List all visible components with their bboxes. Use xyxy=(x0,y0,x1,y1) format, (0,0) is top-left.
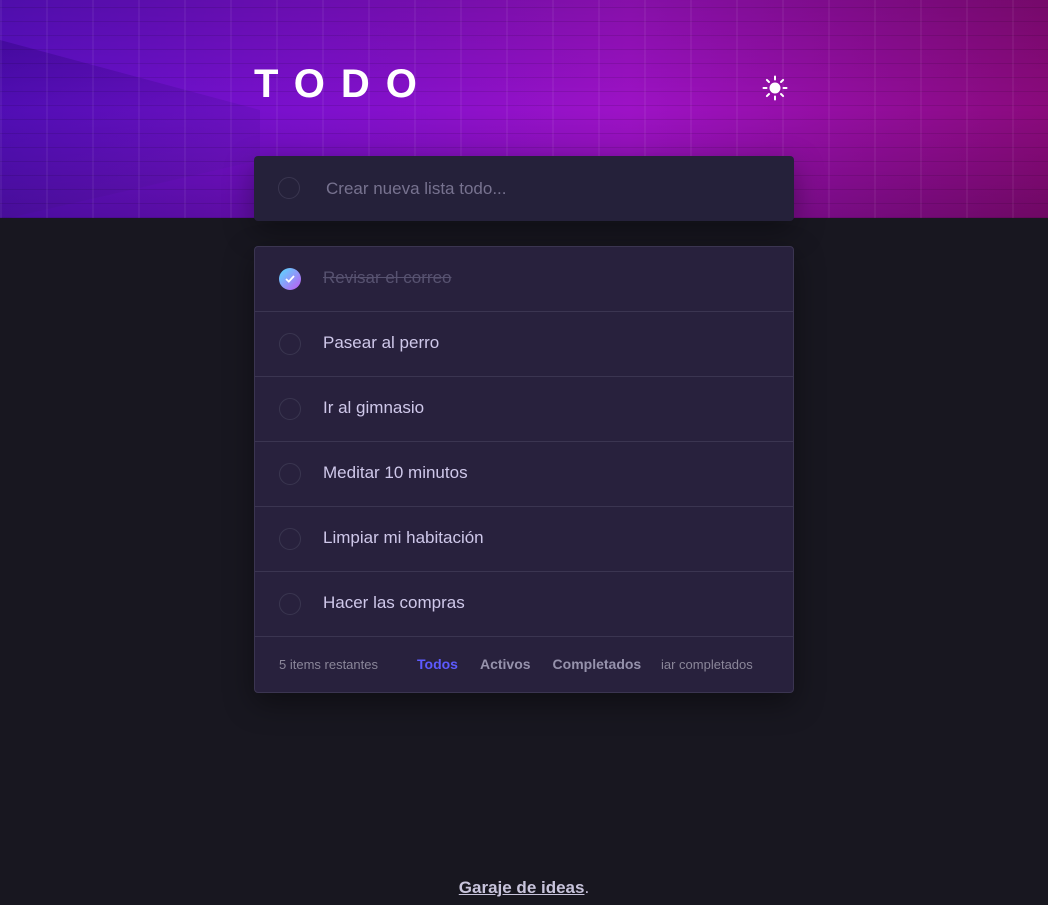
todo-label: Meditar 10 minutos xyxy=(323,463,468,482)
todo-label: Revisar el correo xyxy=(323,268,452,287)
sun-icon xyxy=(762,75,788,101)
todo-item[interactable]: Ir al gimnasio xyxy=(255,377,793,442)
check-icon xyxy=(285,275,295,283)
todo-item[interactable]: Meditar 10 minutos xyxy=(255,442,793,507)
new-todo-input[interactable] xyxy=(324,170,768,208)
app-title: TODO xyxy=(254,62,433,106)
todo-checkbox-checked[interactable] xyxy=(279,268,301,290)
todo-footer: 5 items restantes Todos Activos Completa… xyxy=(255,637,793,692)
todo-checkbox[interactable] xyxy=(279,463,301,485)
filter-group: Todos Activos Completados xyxy=(417,656,641,672)
credit-link[interactable]: Garaje de ideas xyxy=(459,878,585,897)
todo-item[interactable]: Hacer las compras xyxy=(255,572,793,637)
clear-completed-button[interactable]: iar completados xyxy=(661,657,771,672)
todo-label: Ir al gimnasio xyxy=(323,398,425,417)
items-left-count: 5 items restantes xyxy=(279,657,378,672)
new-todo-form xyxy=(254,156,794,221)
todo-checkbox[interactable] xyxy=(279,528,301,550)
todo-checkbox[interactable] xyxy=(279,333,301,355)
filter-all[interactable]: Todos xyxy=(417,656,458,672)
todo-checkbox[interactable] xyxy=(279,593,301,615)
todo-checkbox[interactable] xyxy=(279,398,301,420)
todo-label: Hacer las compras xyxy=(323,593,465,612)
todo-item[interactable]: Revisar el correo xyxy=(255,247,793,312)
filter-active[interactable]: Activos xyxy=(480,656,531,672)
credit-footer: Garaje de ideas. xyxy=(0,878,1048,898)
todo-list: Revisar el correo Pasear al perro Ir al … xyxy=(254,246,794,693)
todo-item[interactable]: Pasear al perro xyxy=(255,312,793,377)
theme-toggle-button[interactable] xyxy=(760,73,790,103)
new-todo-checkbox[interactable] xyxy=(278,177,300,199)
todo-label: Pasear al perro xyxy=(323,333,440,352)
todo-label: Limpiar mi habitación xyxy=(323,528,484,547)
todo-item[interactable]: Limpiar mi habitación xyxy=(255,507,793,572)
credit-suffix: . xyxy=(584,878,590,897)
filter-completed[interactable]: Completados xyxy=(553,656,642,672)
